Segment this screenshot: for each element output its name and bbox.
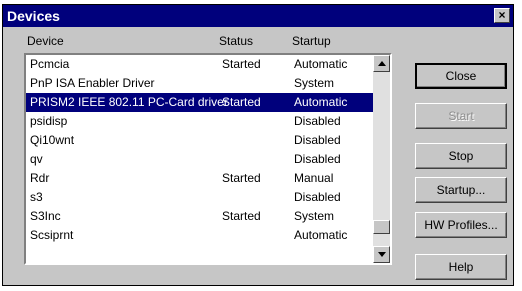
arrow-down-icon bbox=[378, 252, 386, 257]
device-row[interactable]: PnP ISA Enabler Driver System bbox=[26, 74, 375, 93]
device-row[interactable]: S3Inc Started System bbox=[26, 207, 375, 226]
vertical-scrollbar[interactable] bbox=[373, 55, 390, 263]
device-startup: Disabled bbox=[294, 114, 341, 128]
device-row[interactable]: PRISM2 IEEE 802.11 PC-Card driver Started… bbox=[26, 93, 375, 112]
device-startup: Automatic bbox=[294, 228, 348, 242]
device-startup: Manual bbox=[294, 171, 334, 185]
device-rows: Pcmcia Started Automatic PnP ISA Enabler Dr… bbox=[26, 55, 375, 245]
device-name: qv bbox=[30, 152, 43, 166]
device-name: s3 bbox=[30, 190, 43, 204]
device-row[interactable]: qv Disabled bbox=[26, 150, 375, 169]
column-header-startup: Startup bbox=[292, 34, 331, 48]
device-status: Started bbox=[222, 95, 261, 109]
device-row[interactable]: Qi10wnt Disabled bbox=[26, 131, 375, 150]
device-row[interactable]: Rdr Started Manual bbox=[26, 169, 375, 188]
column-header-device: Device bbox=[27, 34, 64, 48]
stop-button[interactable]: Stop bbox=[415, 143, 507, 169]
device-row[interactable]: s3 Disabled bbox=[26, 188, 375, 207]
device-startup: Automatic bbox=[294, 57, 348, 71]
device-startup: Disabled bbox=[294, 190, 341, 204]
close-window-button[interactable]: × bbox=[494, 8, 510, 23]
column-header-status: Status bbox=[219, 34, 254, 48]
scroll-thumb[interactable] bbox=[373, 220, 390, 234]
device-name: Scsiprnt bbox=[30, 228, 74, 242]
device-row[interactable]: Pcmcia Started Automatic bbox=[26, 55, 375, 74]
device-row[interactable]: Scsiprnt Automatic bbox=[26, 226, 375, 245]
device-name: PnP ISA Enabler Driver bbox=[30, 76, 155, 90]
device-startup: Disabled bbox=[294, 152, 341, 166]
title-bar: Devices × bbox=[3, 5, 513, 27]
scroll-up-button[interactable] bbox=[373, 55, 390, 72]
device-status: Started bbox=[222, 171, 261, 185]
device-startup: System bbox=[294, 209, 335, 223]
help-button[interactable]: Help bbox=[415, 254, 507, 280]
device-startup: Automatic bbox=[294, 95, 348, 109]
start-button[interactable]: Start bbox=[415, 103, 507, 129]
window-title: Devices bbox=[7, 8, 60, 24]
device-name: Qi10wnt bbox=[30, 133, 75, 147]
startup-button[interactable]: Startup... bbox=[415, 177, 507, 203]
devices-dialog: Devices × Device Status Startup Pcmcia St… bbox=[2, 4, 514, 286]
device-row[interactable]: psidisp Disabled bbox=[26, 112, 375, 131]
device-list[interactable]: Pcmcia Started Automatic PnP ISA Enabler Dr… bbox=[24, 53, 392, 265]
device-status: Started bbox=[222, 57, 261, 71]
device-name: Rdr bbox=[30, 171, 50, 185]
device-name: S3Inc bbox=[30, 209, 61, 223]
arrow-up-icon bbox=[378, 61, 386, 66]
device-status: Started bbox=[222, 209, 261, 223]
hw-profiles-button[interactable]: HW Profiles... bbox=[415, 212, 507, 238]
device-startup: Disabled bbox=[294, 133, 341, 147]
device-startup: System bbox=[294, 76, 335, 90]
device-name: Pcmcia bbox=[30, 57, 70, 71]
close-button[interactable]: Close bbox=[415, 63, 507, 89]
device-name: psidisp bbox=[30, 114, 68, 128]
device-name: PRISM2 IEEE 802.11 PC-Card driver bbox=[30, 95, 228, 109]
scroll-down-button[interactable] bbox=[373, 246, 390, 263]
